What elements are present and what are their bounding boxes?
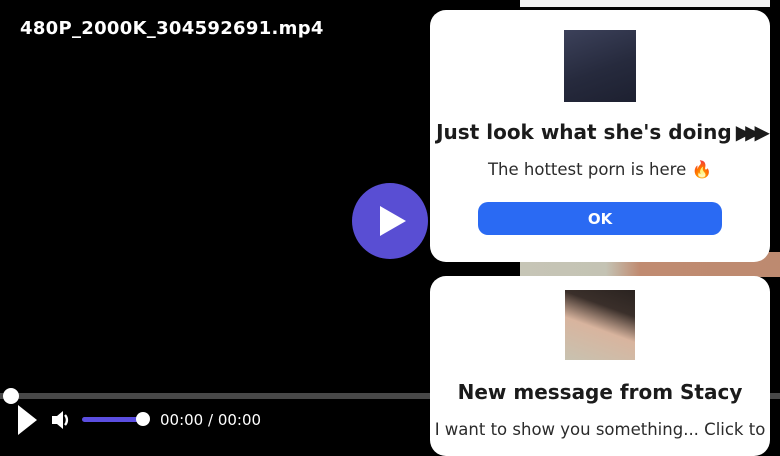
message-title: New message from Stacy — [457, 380, 743, 404]
ad-popup-message[interactable]: New message from Stacy I want to show yo… — [430, 276, 770, 456]
duration: 00:00 — [217, 411, 262, 429]
current-time: 00:00 — [160, 411, 204, 429]
center-play-button[interactable] — [352, 183, 428, 259]
volume-handle[interactable] — [136, 412, 150, 426]
message-body: I want to show you something... Click to — [434, 420, 766, 439]
time-display: 00:00 / 00:00 — [160, 411, 261, 429]
ad-popup-offer[interactable]: Just look what she's doing ▶▶▶ The hottes… — [430, 10, 770, 262]
seek-handle[interactable] — [3, 388, 19, 404]
time-separator: / — [203, 411, 218, 429]
volume-slider[interactable] — [82, 417, 144, 422]
avatar-image[interactable] — [565, 290, 635, 360]
mute-button[interactable] — [48, 407, 74, 433]
play-button[interactable] — [16, 404, 38, 436]
offer-title: Just look what she's doing ▶▶▶ — [436, 120, 770, 144]
triple-arrow-icon: ▶▶▶ — [735, 120, 770, 144]
ok-button[interactable]: OK — [478, 202, 722, 235]
play-icon — [18, 405, 37, 435]
volume-icon — [52, 411, 69, 429]
background-ad-sliver-top — [520, 0, 770, 7]
ad-thumbnail-image[interactable] — [564, 30, 636, 102]
video-filename: 480P_2000K_304592691.mp4 — [20, 18, 324, 39]
offer-subtitle: The hottest porn is here 🔥 — [487, 160, 713, 179]
play-icon — [380, 206, 406, 236]
